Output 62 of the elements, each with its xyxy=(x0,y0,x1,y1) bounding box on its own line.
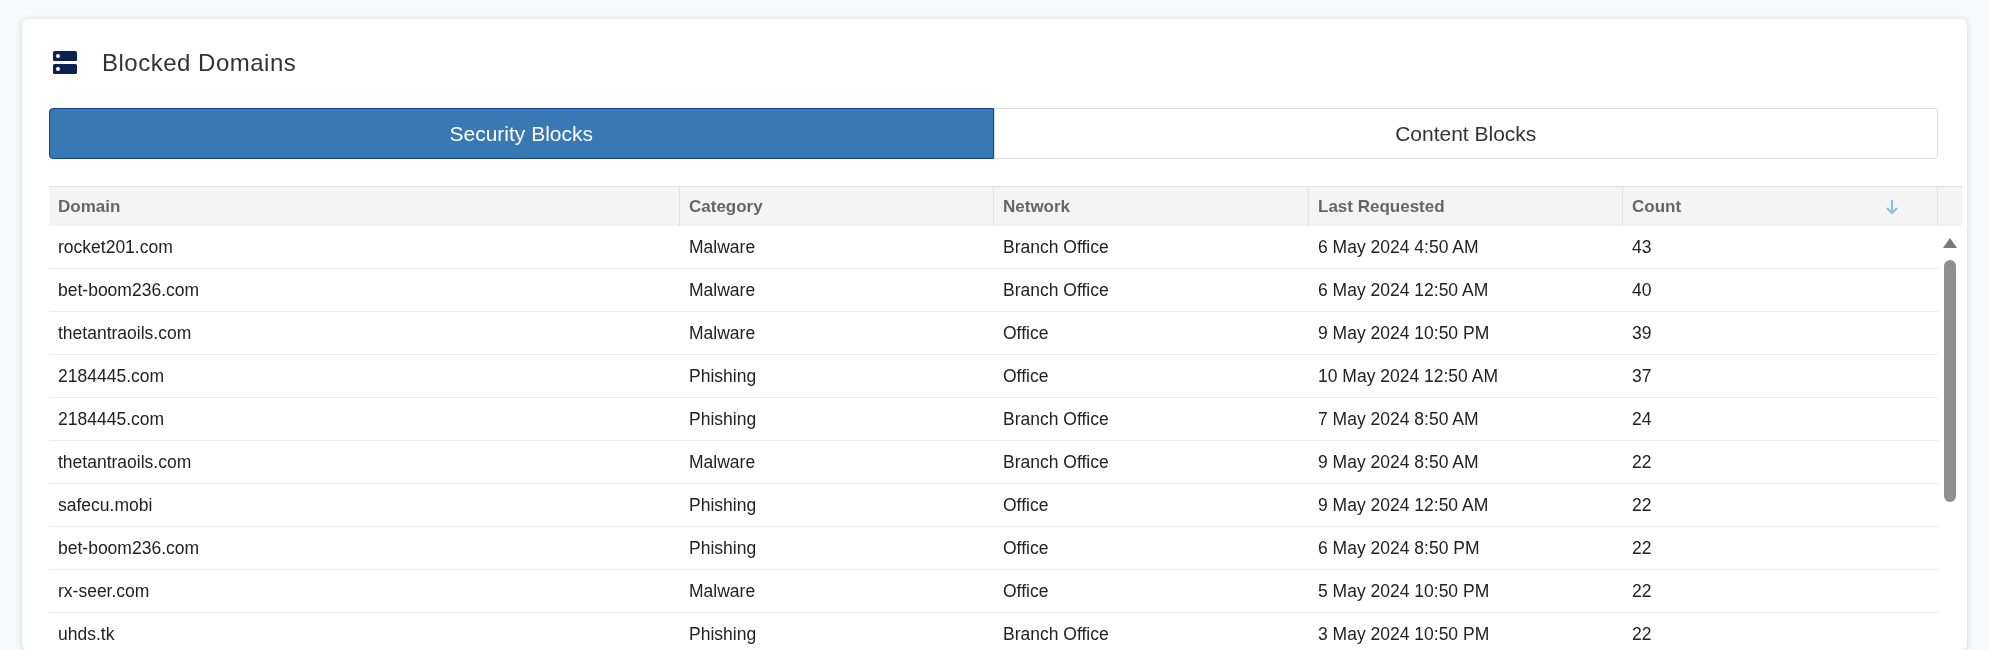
table-cell-text: 39 xyxy=(1631,321,1653,345)
table-cell-text: Branch Office xyxy=(1002,278,1110,302)
table-cell-text: Malware xyxy=(688,450,757,474)
table-cell-text: Phishing xyxy=(688,407,758,431)
table-cell-text: Malware xyxy=(688,321,757,345)
table-cell-text: Phishing xyxy=(688,493,758,517)
table-cell-text: Phishing xyxy=(688,536,758,560)
table-cell-text: 2184445.com xyxy=(57,407,166,431)
server-icon xyxy=(53,50,77,75)
table-cell-text: uhds.tk xyxy=(57,622,116,646)
table-cell-text: 22 xyxy=(1631,450,1653,474)
table-cell-text: rocket201.com xyxy=(57,235,174,259)
table-cell-text: Office xyxy=(1002,493,1050,517)
tab[interactable]: Content Blocks xyxy=(993,108,1938,159)
table-cell-text: Branch Office xyxy=(1002,407,1110,431)
table-cell-text: bet-boom236.com xyxy=(57,536,201,560)
table-cell-text: 9 May 2024 12:50 AM xyxy=(1317,493,1490,517)
table-cell-text: 24 xyxy=(1631,407,1653,431)
table-cell-text: Branch Office xyxy=(1002,622,1110,646)
table-cell-text: 3 May 2024 10:50 PM xyxy=(1317,622,1491,646)
table-cell-text: 6 May 2024 12:50 AM xyxy=(1317,278,1490,302)
table-cell-text: 9 May 2024 10:50 PM xyxy=(1317,321,1491,345)
table-cell-text: Branch Office xyxy=(1002,450,1110,474)
table-cell-text: 22 xyxy=(1631,493,1653,517)
table-cell-text: 43 xyxy=(1631,235,1653,259)
table-cell-text: thetantraoils.com xyxy=(57,450,193,474)
table-cell-text: 40 xyxy=(1631,278,1653,302)
column-header[interactable]: Category xyxy=(680,187,994,226)
table-cell-text: 6 May 2024 8:50 PM xyxy=(1317,536,1481,560)
scrollbar-thumb[interactable] xyxy=(1944,260,1956,502)
table-cell-text: Phishing xyxy=(688,622,758,646)
table-cell-text: Office xyxy=(1002,536,1050,560)
table-cell-text: 22 xyxy=(1631,536,1653,560)
table-cell-text: Phishing xyxy=(688,364,758,388)
table-cell-text: safecu.mobi xyxy=(57,493,154,517)
table-cell-text: 22 xyxy=(1631,622,1653,646)
table-cell-text: rx-seer.com xyxy=(57,579,151,603)
table-cell-text: 2184445.com xyxy=(57,364,166,388)
table-cell-text: Office xyxy=(1002,321,1050,345)
column-header[interactable]: Network xyxy=(994,187,1309,226)
column-header[interactable]: Domain xyxy=(49,187,680,226)
table-cell-text: 22 xyxy=(1631,579,1653,603)
table-cell-text: 10 May 2024 12:50 AM xyxy=(1317,364,1499,388)
table-cell-text: 37 xyxy=(1631,364,1653,388)
tab[interactable]: Security Blocks xyxy=(49,108,994,159)
sort-down-icon[interactable] xyxy=(1886,199,1898,214)
column-header[interactable]: Last Requested xyxy=(1309,187,1623,226)
table-cell-text: 5 May 2024 10:50 PM xyxy=(1317,579,1491,603)
table-cell-text: Malware xyxy=(688,579,757,603)
table-cell-text: 7 May 2024 8:50 AM xyxy=(1317,407,1480,431)
table-cell-text: bet-boom236.com xyxy=(57,278,201,302)
table-cell-text: 6 May 2024 4:50 AM xyxy=(1317,235,1480,259)
table-cell-text: thetantraoils.com xyxy=(57,321,193,345)
scroll-up-icon[interactable] xyxy=(1943,238,1957,248)
table-cell-text: Office xyxy=(1002,364,1050,388)
card-title: Blocked Domains xyxy=(102,48,297,77)
table-cell-text: Branch Office xyxy=(1002,235,1110,259)
table-cell-text: Malware xyxy=(688,278,757,302)
table-cell-text: Office xyxy=(1002,579,1050,603)
table-cell-text: Malware xyxy=(688,235,757,259)
table-cell-text: 9 May 2024 8:50 AM xyxy=(1317,450,1480,474)
column-header[interactable]: Count xyxy=(1623,187,1938,226)
